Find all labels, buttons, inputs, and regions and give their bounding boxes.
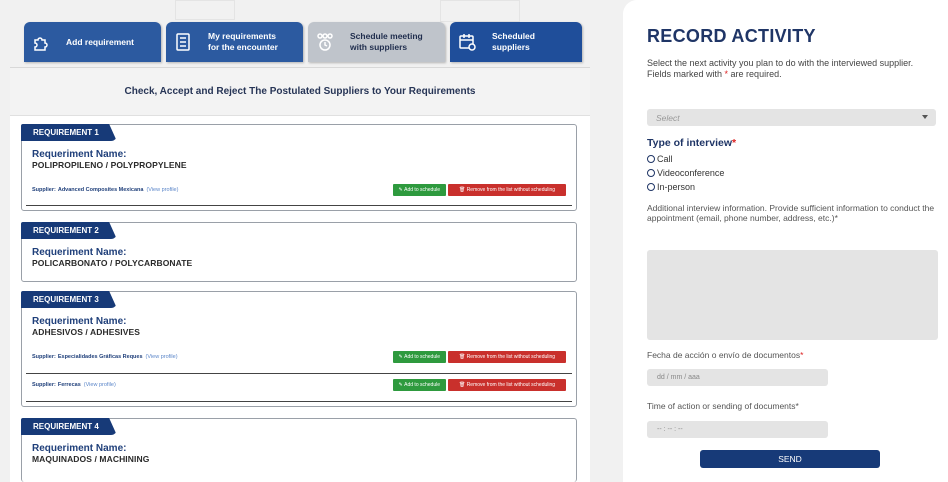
tab-label: Add requirement bbox=[66, 36, 135, 47]
record-activity-intro: Select the next activity you plan to do … bbox=[647, 58, 942, 79]
tab-label: Schedule meeting with suppliers bbox=[350, 31, 423, 52]
requirement-card: REQUIREMENT 1 Requeriment Name: POLIPROP… bbox=[21, 124, 577, 211]
requirement-tag: REQUIREMENT 3 bbox=[21, 291, 117, 308]
remove-button-label: Remove from the list without scheduling bbox=[466, 354, 556, 360]
date-label-text: Fecha de acción o envío de documentos bbox=[647, 350, 801, 360]
requirement-name-label: Requeriment Name: bbox=[32, 247, 127, 258]
chevron-down-icon bbox=[922, 115, 928, 119]
radio-circle-icon bbox=[647, 155, 655, 163]
add-to-schedule-button[interactable]: ✎ Add to schedule bbox=[392, 351, 446, 363]
required-note-text: are required. bbox=[728, 68, 782, 79]
tab-add-requirement[interactable]: Add requirement bbox=[24, 22, 161, 62]
required-note-text: Fields marked with bbox=[647, 68, 725, 79]
panel-heading: Check, Accept and Reject The Postulated … bbox=[10, 68, 590, 116]
tab-label: Scheduled suppliers bbox=[492, 31, 535, 52]
tab-label: My requirements for the encounter bbox=[208, 31, 278, 52]
divider bbox=[26, 205, 572, 206]
list-icon bbox=[166, 22, 200, 62]
date-label: Fecha de acción o envío de documentos* bbox=[647, 350, 803, 360]
radio-circle-icon bbox=[647, 183, 655, 191]
record-activity-title: RECORD ACTIVITY bbox=[647, 26, 816, 46]
remove-button-label: Remove from the list without scheduling bbox=[466, 382, 556, 388]
date-input[interactable]: dd / mm / aaa bbox=[647, 369, 828, 386]
remove-from-list-button[interactable]: 🗑 Remove from the list without schedulin… bbox=[448, 379, 566, 391]
add-to-schedule-button[interactable]: ✎ Add to schedule bbox=[392, 184, 446, 196]
radio-call[interactable]: Call bbox=[647, 154, 673, 164]
requirement-name: MAQUINADOS / MACHINING bbox=[32, 454, 150, 464]
supplier-label: Supplier: bbox=[32, 187, 56, 193]
type-label-text: Type of interview bbox=[647, 137, 732, 149]
required-star: * bbox=[800, 350, 804, 360]
requirement-card: REQUIREMENT 3 Requeriment Name: ADHESIVO… bbox=[21, 291, 577, 407]
radio-label: In-person bbox=[657, 182, 696, 192]
supplier-label: Supplier: bbox=[32, 382, 56, 388]
supplier-label: Supplier: bbox=[32, 354, 56, 360]
requirement-tag: REQUIREMENT 1 bbox=[21, 124, 117, 141]
additional-info-label: Additional interview information. Provid… bbox=[647, 203, 935, 223]
radio-label: Videoconference bbox=[657, 168, 725, 178]
required-star: * bbox=[732, 137, 737, 149]
view-profile-link[interactable]: (View profile) bbox=[84, 382, 116, 388]
radio-circle-icon bbox=[647, 169, 655, 177]
meeting-icon bbox=[308, 22, 342, 62]
requirement-tag: REQUIREMENT 2 bbox=[21, 222, 117, 239]
add-to-schedule-button[interactable]: ✎ Add to schedule bbox=[392, 379, 446, 391]
required-note: Fields marked with * are required. bbox=[647, 69, 942, 80]
radio-in-person[interactable]: In-person bbox=[647, 182, 695, 192]
requirement-card: REQUIREMENT 2 Requeriment Name: POLICARB… bbox=[21, 222, 577, 282]
view-profile-link[interactable]: (View profile) bbox=[146, 187, 178, 193]
requirements-area: Add requirement My requirements for the … bbox=[0, 0, 600, 482]
requirement-name-label: Requeriment Name: bbox=[32, 149, 127, 160]
activity-select[interactable]: Select bbox=[647, 109, 936, 126]
record-activity-panel: RECORD ACTIVITY Select the next activity… bbox=[623, 0, 948, 482]
remove-button-label: Remove from the list without scheduling bbox=[466, 187, 556, 193]
tab-scheduled-suppliers[interactable]: Scheduled suppliers bbox=[450, 22, 582, 62]
requirement-tag: REQUIREMENT 4 bbox=[21, 418, 117, 435]
puzzle-icon bbox=[24, 22, 58, 62]
add-button-label: Add to schedule bbox=[404, 354, 440, 360]
radio-videoconference[interactable]: Videoconference bbox=[647, 168, 724, 178]
remove-from-list-button[interactable]: 🗑 Remove from the list without schedulin… bbox=[448, 351, 566, 363]
requirement-name-label: Requeriment Name: bbox=[32, 443, 127, 454]
requirement-name-label: Requeriment Name: bbox=[32, 316, 127, 327]
divider bbox=[26, 373, 572, 374]
supplier-row: Supplier: Advanced Composites Mexicana (… bbox=[32, 182, 566, 198]
calendar-icon bbox=[450, 22, 484, 62]
supplier-row: Supplier: Ferrecas (View profile) ✎ Add … bbox=[32, 377, 566, 393]
tab-my-requirements[interactable]: My requirements for the encounter bbox=[166, 22, 303, 62]
send-button[interactable]: SEND bbox=[700, 450, 880, 468]
type-of-interview-label: Type of interview* bbox=[647, 137, 736, 149]
divider bbox=[26, 401, 572, 402]
remove-from-list-button[interactable]: 🗑 Remove from the list without schedulin… bbox=[448, 184, 566, 196]
requirement-name: ADHESIVOS / ADHESIVES bbox=[32, 327, 141, 337]
select-placeholder: Select bbox=[656, 112, 680, 123]
tab-schedule-meeting[interactable]: Schedule meeting with suppliers bbox=[308, 22, 445, 62]
view-profile-link[interactable]: (View profile) bbox=[146, 354, 178, 360]
supplier-name: Especialidades Gráficas Reques bbox=[57, 354, 143, 360]
time-label: Time of action or sending of documents* bbox=[647, 401, 799, 411]
additional-info-textarea[interactable] bbox=[647, 250, 938, 340]
supplier-name: Ferrecas bbox=[57, 382, 81, 388]
supplier-name: Advanced Composites Mexicana bbox=[57, 187, 144, 193]
radio-label: Call bbox=[657, 154, 673, 164]
supplier-row: Supplier: Especialidades Gráficas Reques… bbox=[32, 349, 566, 365]
requirement-name: POLICARBONATO / POLYCARBONATE bbox=[32, 258, 193, 268]
requirement-card: REQUIREMENT 4 Requeriment Name: MAQUINAD… bbox=[21, 418, 577, 482]
add-button-label: Add to schedule bbox=[404, 382, 440, 388]
add-button-label: Add to schedule bbox=[404, 187, 440, 193]
time-input[interactable]: -- : -- : -- bbox=[647, 421, 828, 438]
requirement-name: POLIPROPILENO / POLYPROPYLENE bbox=[32, 160, 187, 170]
intro-line: Select the next activity you plan to do … bbox=[647, 58, 914, 68]
